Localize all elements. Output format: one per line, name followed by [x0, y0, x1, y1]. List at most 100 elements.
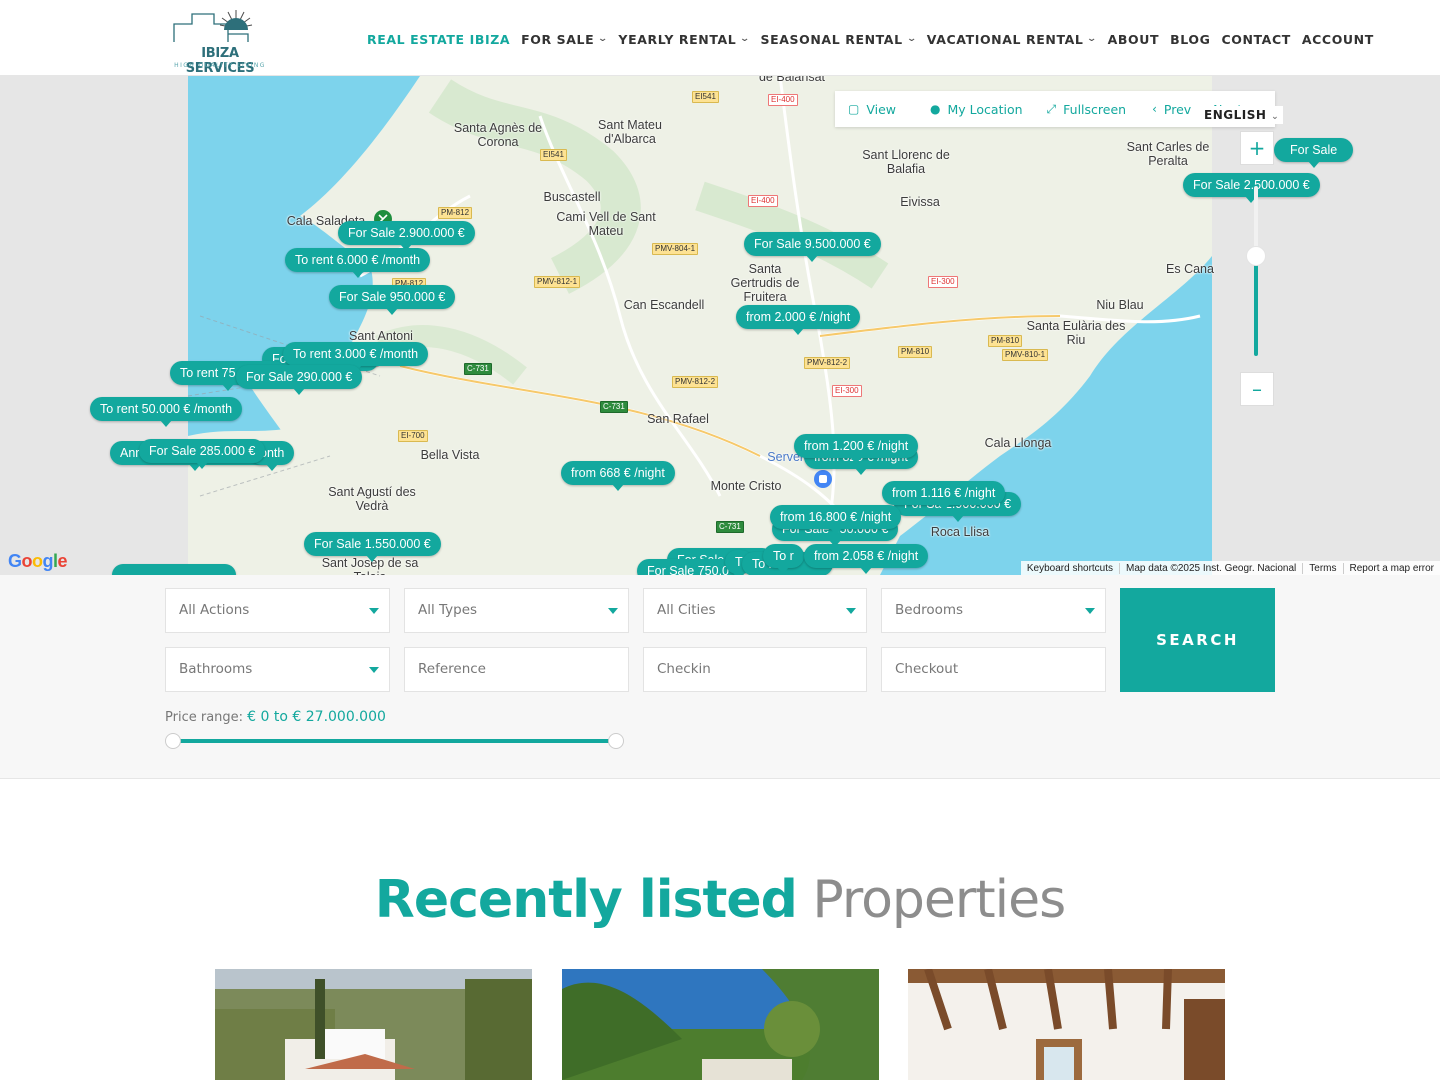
brand-tagline: HIGH QUALITY LIVING: [174, 62, 266, 69]
zoom-in-button[interactable]: +: [1240, 131, 1274, 165]
terms-link[interactable]: Terms: [1302, 562, 1342, 574]
chevron-down-icon: ⌄: [597, 34, 610, 44]
brand-name: IBIZA SERVICES: [185, 46, 255, 76]
caret-down-icon: [1085, 608, 1095, 614]
input-placeholder: Checkin: [657, 661, 711, 677]
caret-down-icon: [608, 608, 618, 614]
select-value: All Types: [418, 602, 478, 618]
main-nav: REAL ESTATE IBIZA FOR SALE ⌄ YEARLY RENTA…: [367, 30, 1385, 48]
price-min-handle[interactable]: [165, 733, 181, 749]
brand-logo[interactable]: IBIZA SERVICES HIGH QUALITY LIVING: [168, 6, 272, 76]
caret-down-icon: [846, 608, 856, 614]
logo-sun-icon: [173, 10, 253, 42]
my-location-button[interactable]: ● My Location: [930, 102, 1023, 117]
map-price-pin[interactable]: from 2.000 € /night: [736, 305, 861, 335]
nav-vacational-rental[interactable]: VACATIONAL RENTAL ⌄: [927, 32, 1098, 47]
cities-select[interactable]: All Cities: [643, 588, 867, 633]
nav-real-estate-ibiza[interactable]: REAL ESTATE IBIZA: [367, 32, 510, 47]
map-place-label: Santa Agnès de Corona: [453, 121, 543, 149]
prev-button[interactable]: ‹ Prev: [1152, 102, 1191, 117]
property-card[interactable]: [562, 969, 879, 1080]
road-label: PMV-812-2: [672, 376, 719, 388]
input-placeholder: Checkout: [895, 661, 959, 677]
title-rest: Properties: [812, 870, 1066, 930]
map-price-pin[interactable]: from 1.200 € /night: [794, 434, 919, 464]
google-logo[interactable]: Google: [8, 551, 68, 572]
map-view-button[interactable]: ▢ View: [848, 102, 896, 117]
fullscreen-button[interactable]: ⤢ Fullscreen: [1047, 102, 1127, 117]
zoom-fill: [1254, 256, 1258, 356]
reference-input[interactable]: Reference: [404, 647, 629, 692]
map-place-label: de Balansat: [758, 76, 826, 84]
keyboard-shortcuts-link[interactable]: Keyboard shortcuts: [1021, 563, 1119, 574]
map-price-pin[interactable]: To rent 50.000 € /month: [90, 397, 243, 427]
road-label: EI541: [540, 149, 567, 161]
map-place-label: Cala Llonga: [984, 436, 1052, 450]
road-label: PMV-812-1: [534, 276, 581, 288]
property-card[interactable]: [908, 969, 1225, 1080]
map-place-label: Es Cana: [1166, 262, 1214, 276]
map-price-pin[interactable]: from 16.800 € /night: [770, 505, 902, 535]
map-price-pin[interactable]: For Sale 1.550.000 €: [304, 532, 441, 562]
nav-contact[interactable]: CONTACT: [1221, 32, 1290, 47]
nav-yearly-rental[interactable]: YEARLY RENTAL ⌄: [618, 32, 752, 47]
zoom-handle[interactable]: [1246, 246, 1266, 266]
price-max-handle[interactable]: [608, 733, 624, 749]
map-price-pin[interactable]: To rent 6.000 € /month: [285, 248, 431, 278]
bedrooms-select[interactable]: Bedrooms: [881, 588, 1106, 633]
bathrooms-select[interactable]: Bathrooms: [165, 647, 390, 692]
zoom-out-button[interactable]: –: [1240, 372, 1274, 406]
map-price-pin[interactable]: [112, 564, 236, 575]
map-price-pin[interactable]: For Sale 950.000 €: [329, 285, 456, 315]
map-price-pin[interactable]: from 1.116 € /night: [882, 481, 1006, 511]
map-price-pin[interactable]: from 2.058 € /night: [804, 544, 929, 574]
zoom-control-bottom: –: [1240, 372, 1274, 406]
toolbar-label: My Location: [947, 101, 1023, 117]
property-photo: [908, 969, 1225, 1080]
property-card[interactable]: [215, 969, 532, 1080]
actions-select[interactable]: All Actions: [165, 588, 390, 633]
map-place-label: Sant Carles de Peralta: [1126, 140, 1210, 168]
input-placeholder: Reference: [418, 661, 486, 677]
zoom-slider[interactable]: [1246, 186, 1266, 356]
caret-down-icon: [369, 667, 379, 673]
map-price-pin[interactable]: For Sale 290.000 €: [236, 365, 363, 395]
map-price-pin[interactable]: For Sale 750.0: [637, 559, 739, 575]
road-label: PM-810: [898, 346, 933, 358]
site-header: IBIZA SERVICES HIGH QUALITY LIVING REAL …: [0, 0, 1440, 76]
report-error-link[interactable]: Report a map error: [1342, 562, 1440, 574]
nav-label: CONTACT: [1221, 31, 1291, 47]
road-label: EI541: [692, 91, 719, 103]
nav-for-sale[interactable]: FOR SALE ⌄: [521, 32, 610, 47]
map-attribution: Keyboard shortcuts Map data ©2025 Inst. …: [1020, 561, 1440, 575]
chevron-down-icon: ⌄: [739, 34, 752, 44]
toolbar-label: Prev: [1163, 101, 1192, 117]
nav-label: ABOUT: [1107, 31, 1160, 47]
map-place-label: Monte Cristo: [710, 479, 782, 493]
nav-label: ACCOUNT: [1301, 31, 1374, 47]
map-price-pin[interactable]: For Sale 285.000 €: [139, 439, 266, 469]
checkout-input[interactable]: Checkout: [881, 647, 1106, 692]
road-label: PMV-804-1: [652, 243, 699, 255]
types-select[interactable]: All Types: [404, 588, 629, 633]
property-map[interactable]: de Balansat Santa Agnès de Corona Sant M…: [0, 76, 1440, 575]
nav-seasonal-rental[interactable]: SEASONAL RENTAL ⌄: [761, 32, 917, 47]
nav-account[interactable]: ACCOUNT: [1302, 32, 1374, 47]
map-place-label: San Rafael: [647, 412, 709, 426]
checkin-input[interactable]: Checkin: [643, 647, 867, 692]
price-range: Price range: € 0 to € 27.000.000: [165, 709, 386, 725]
fullscreen-icon: ⤢: [1046, 101, 1057, 116]
map-price-pin[interactable]: To r: [763, 544, 804, 574]
map-price-pin[interactable]: from 668 € /night: [561, 461, 675, 491]
nav-about[interactable]: ABOUT: [1108, 32, 1160, 47]
map-base-layer: [0, 76, 1440, 575]
map-price-pin[interactable]: To rent 3.000 € /month: [283, 342, 429, 372]
toolbar-label: View: [866, 101, 897, 117]
nav-blog[interactable]: BLOG: [1170, 32, 1210, 47]
search-button[interactable]: SEARCH: [1120, 588, 1275, 692]
map-price-pin[interactable]: For Sale 2.900.000 €: [338, 221, 475, 251]
map-price-pin[interactable]: For Sale: [1274, 138, 1354, 168]
map-price-pin[interactable]: For Sale 9.500.000 €: [744, 232, 881, 262]
price-slider-track[interactable]: [173, 739, 617, 743]
language-selector[interactable]: ENGLISH ⌄: [1200, 106, 1284, 124]
